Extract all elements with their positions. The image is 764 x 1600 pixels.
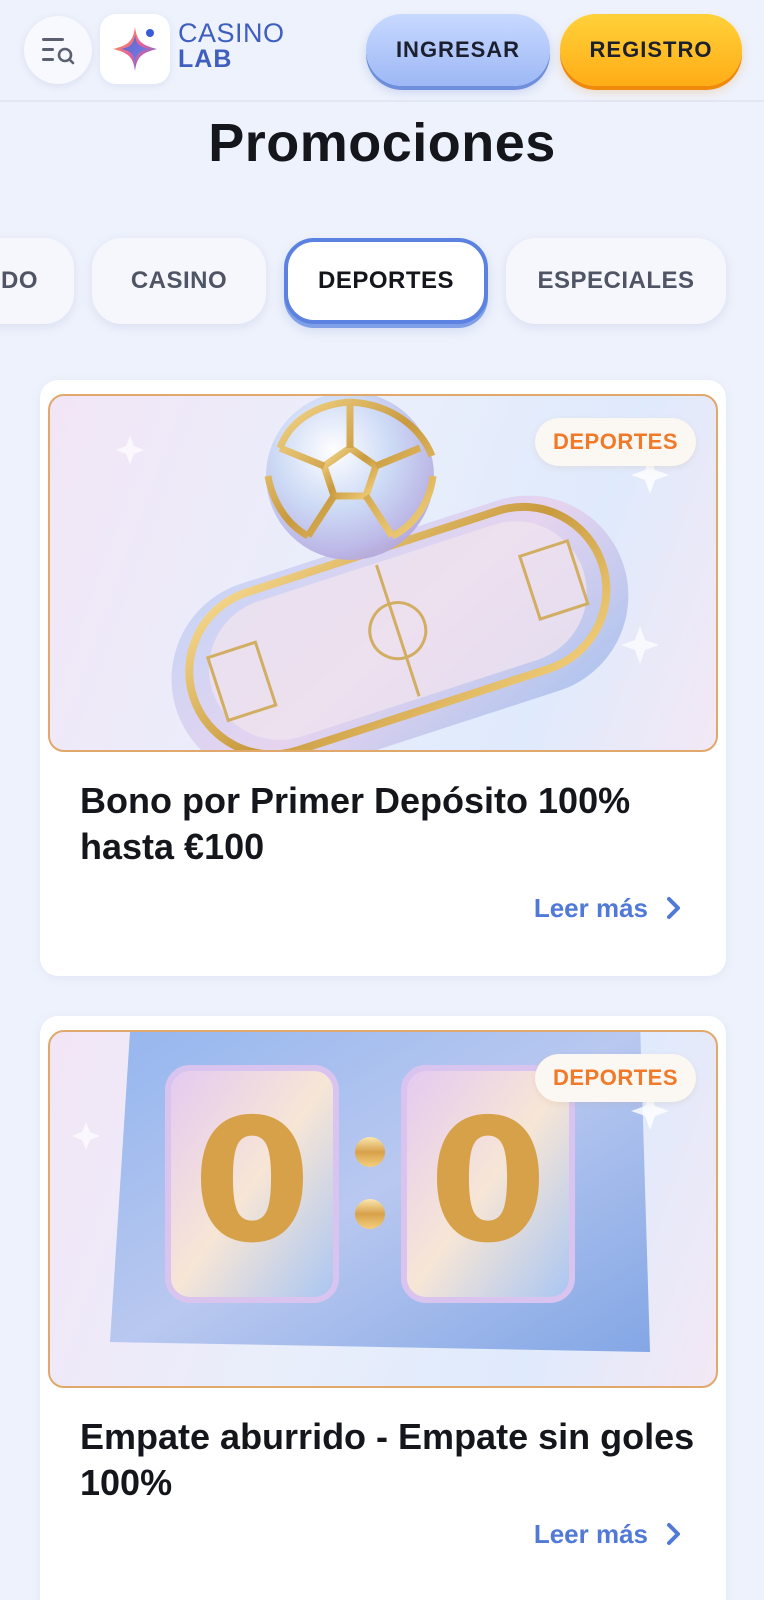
tab-label: ESPECIALES [537,267,695,294]
page-title: Promociones [208,113,556,173]
read-more-label: Leer más [533,1518,648,1549]
score-home: 0 [192,1083,312,1281]
read-more-link[interactable]: Leer más [534,890,682,926]
logo-text[interactable]: CASINO LAB [178,18,285,73]
promotions-page: CASINO LAB INGRESAR REGISTRO Promociones… [0,0,764,1600]
logo-line-casino: CASINO [178,18,285,48]
read-more-label: Leer más [533,892,648,923]
logo-tile[interactable] [100,14,170,84]
category-badge: DEPORTES [534,1054,696,1102]
tab-especiales[interactable]: ESPECIALES [506,238,726,324]
sparkle-star-logo-icon [113,27,157,71]
promo-title: Empate aburrido - Empate sin goles 100% [80,1416,695,1503]
tab-deportes[interactable]: DEPORTES [284,238,488,324]
promo-image-football: DEPORTES [48,394,718,752]
read-more-link[interactable]: Leer más [534,1516,682,1552]
promo-card[interactable]: 0 0 DEPORTES Empate aburrido - Empate si… [40,1016,726,1600]
promo-image-scoreboard: 0 0 DEPORTES [48,1030,718,1388]
score-away: 0 [428,1083,548,1281]
logo-line-lab: LAB [178,45,233,73]
chevron-right-icon [667,897,680,919]
tab-todo[interactable]: DO [0,238,74,324]
menu-search-icon [42,38,75,65]
menu-search-button[interactable] [24,16,92,84]
tab-casino[interactable]: CASINO [92,238,266,324]
category-badge: DEPORTES [534,418,696,466]
chevron-right-icon [667,1523,680,1545]
promo-card[interactable]: DEPORTES Bono por Primer Depósito 100% h… [40,380,726,976]
tab-label: DO [1,267,38,294]
tab-label: DEPORTES [317,267,455,294]
tab-label: CASINO [130,267,228,294]
promo-title: Bono por Primer Depósito 100% hasta €100 [80,780,631,867]
register-button[interactable]: REGISTRO [560,14,742,86]
top-header: CASINO LAB INGRESAR REGISTRO [0,0,764,102]
login-button[interactable]: INGRESAR [366,14,550,86]
